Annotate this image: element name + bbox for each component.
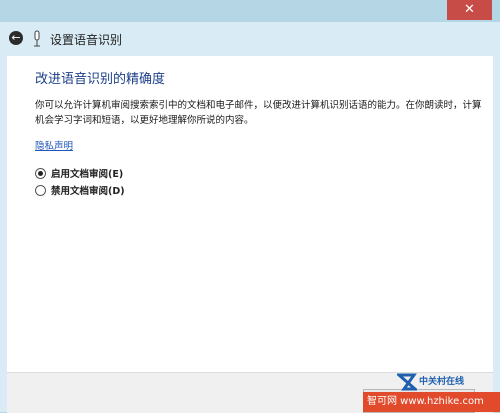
content-panel: 改进语音识别的精确度 你可以允许计算机审阅搜索索引中的文档和电子邮件，以便改进计… bbox=[7, 56, 493, 372]
window-title: 设置语音识别 bbox=[50, 33, 123, 47]
window-header: ← 设置语音识别 bbox=[0, 22, 500, 56]
disable-review-radio[interactable] bbox=[35, 184, 46, 196]
disable-review-option[interactable]: 禁用文档审阅(D) bbox=[35, 183, 125, 197]
watermark-site: 智可网 www.hzhike.com bbox=[363, 392, 500, 412]
back-button[interactable]: ← bbox=[9, 31, 23, 45]
description-text: 你可以允许计算机审阅搜索索引中的文档和电子邮件，以便改进计算机识别话语的能力。在… bbox=[35, 100, 482, 126]
dialog-window: ← 设置语音识别 改进语音识别的精确度 你可以允许计算机审阅搜索索引中的文档和电… bbox=[0, 22, 500, 413]
title-bar: ✕ bbox=[0, 0, 500, 22]
page-heading: 改进语音识别的精确度 bbox=[35, 72, 166, 87]
privacy-statement-link[interactable]: 隐私声明 bbox=[35, 138, 73, 152]
zol-logo-icon bbox=[397, 373, 417, 391]
microphone-icon bbox=[34, 30, 40, 47]
disable-review-label: 禁用文档审阅(D) bbox=[51, 186, 125, 197]
enable-review-radio[interactable] bbox=[35, 167, 46, 179]
close-button[interactable]: ✕ bbox=[447, 0, 492, 20]
watermark-brand: 中关村在线 bbox=[419, 377, 465, 387]
enable-review-option[interactable]: 启用文档审阅(E) bbox=[35, 166, 123, 180]
back-arrow-icon: ← bbox=[11, 31, 21, 44]
enable-review-label: 启用文档审阅(E) bbox=[51, 169, 124, 180]
